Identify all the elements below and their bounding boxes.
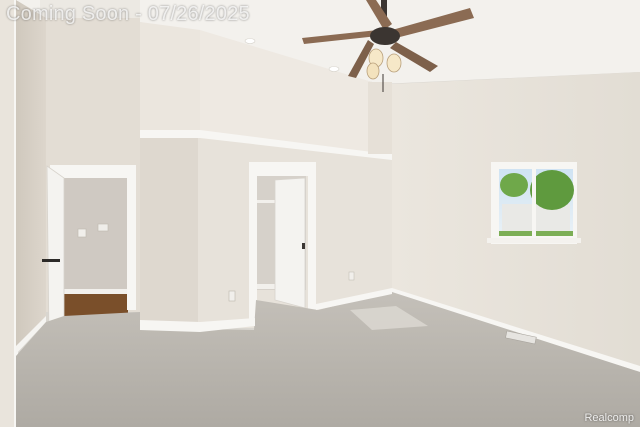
closet-frame-right xyxy=(308,162,316,312)
room-interior-image xyxy=(0,0,640,427)
left-edge-wall xyxy=(0,0,16,427)
side-door-frame-right xyxy=(127,165,136,310)
fan-light-icon xyxy=(386,53,402,73)
closet-door xyxy=(274,177,306,309)
upper-wall-left xyxy=(140,22,200,130)
window-mullion xyxy=(532,167,536,239)
closet-baseboard xyxy=(256,284,276,289)
side-room-floor xyxy=(63,294,128,316)
outlet xyxy=(228,290,236,302)
listing-photo: Coming Soon - 07/26/2025 Realcomp xyxy=(0,0,640,427)
side-room-interior xyxy=(63,178,128,296)
half-wall-left-face xyxy=(140,136,200,328)
wall-plate xyxy=(97,223,109,232)
closet-door-knob-icon xyxy=(302,243,305,249)
closet-frame-top xyxy=(249,162,316,176)
closet-frame-left xyxy=(249,162,257,322)
left-wall xyxy=(16,0,46,352)
light-switch xyxy=(77,228,87,238)
side-room-baseboard xyxy=(63,289,128,294)
closet-shelf xyxy=(256,200,276,203)
door-handle-icon xyxy=(42,259,60,262)
fan-motor-housing xyxy=(370,27,400,45)
outlet xyxy=(348,271,355,281)
window-view-tree xyxy=(500,173,528,197)
window-view-tree xyxy=(530,170,574,210)
fan-light-icon xyxy=(366,62,380,80)
recessed-light xyxy=(328,66,340,72)
coming-soon-watermark: Coming Soon - 07/26/2025 xyxy=(6,3,250,25)
window-sill xyxy=(487,238,581,243)
upper-wall-right-shadow xyxy=(368,82,392,154)
recessed-light xyxy=(244,38,256,44)
side-room-door xyxy=(46,165,65,339)
realcomp-watermark: Realcomp xyxy=(584,412,634,424)
